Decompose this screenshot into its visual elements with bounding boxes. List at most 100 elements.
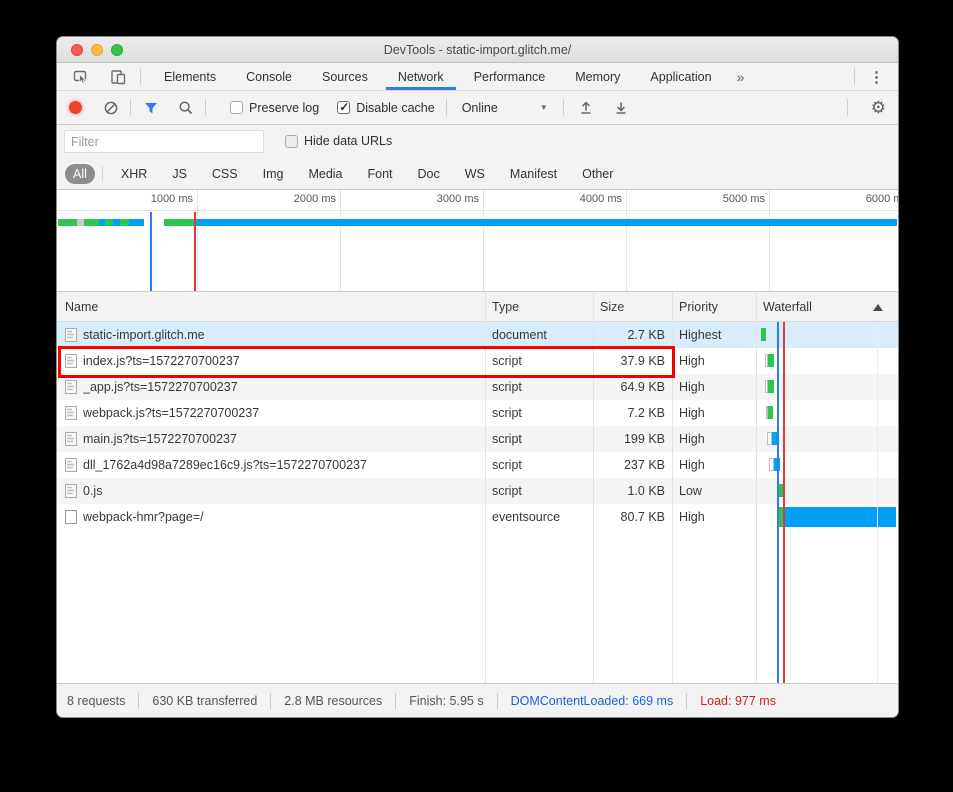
checkbox-box[interactable] bbox=[285, 134, 298, 148]
tab-performance[interactable]: Performance bbox=[459, 63, 561, 90]
domcontentloaded-marker-line bbox=[777, 322, 779, 683]
tab-elements[interactable]: Elements bbox=[149, 63, 231, 90]
table-row[interactable]: static-import.glitch.me document 2.7 KB Hig… bbox=[57, 322, 898, 348]
hide-data-urls-checkbox[interactable]: Hide data URLs bbox=[285, 134, 392, 148]
column-divider[interactable] bbox=[593, 292, 594, 683]
type-chip-ws[interactable]: WS bbox=[458, 164, 492, 184]
status-bar: 8 requests 630 KB transferred 2.8 MB resou… bbox=[57, 683, 898, 717]
table-row[interactable]: main.js?ts=1572270700237 script 199 KB High bbox=[57, 426, 898, 452]
import-har-icon[interactable] bbox=[578, 100, 594, 116]
type-chip-manifest[interactable]: Manifest bbox=[503, 164, 564, 184]
document-icon bbox=[65, 484, 77, 501]
tab-console[interactable]: Console bbox=[231, 63, 307, 90]
request-name: main.js?ts=1572270700237 bbox=[83, 432, 237, 446]
tab-network[interactable]: Network bbox=[383, 63, 459, 90]
column-divider[interactable] bbox=[756, 292, 757, 683]
device-toolbar-icon[interactable] bbox=[110, 69, 126, 85]
network-overview-timeline[interactable]: 1000 ms 2000 ms 3000 ms 4000 ms 5000 ms 6000 … bbox=[57, 190, 898, 292]
request-priority: High bbox=[679, 510, 705, 524]
type-chip-other[interactable]: Other bbox=[575, 164, 620, 184]
document-icon bbox=[65, 354, 77, 371]
request-name: static-import.glitch.me bbox=[83, 328, 205, 342]
table-row[interactable]: webpack-hmr?page=/ eventsource 80.7 KB High bbox=[57, 504, 898, 530]
divider bbox=[138, 692, 140, 709]
filter-input[interactable] bbox=[64, 130, 264, 153]
waterfall-bar bbox=[785, 507, 896, 527]
request-size: 7.2 KB bbox=[627, 406, 665, 420]
table-row[interactable]: dll_1762a4d98a7289ec16c9.js?ts=157227070… bbox=[57, 452, 898, 478]
preserve-log-label: Preserve log bbox=[249, 100, 320, 115]
type-chip-all[interactable]: All bbox=[65, 163, 95, 184]
overview-activity-bar bbox=[77, 219, 84, 226]
checkbox-box[interactable] bbox=[230, 101, 243, 114]
divider bbox=[846, 99, 848, 116]
status-item: DOMContentLoaded: 669 ms bbox=[510, 693, 674, 708]
timeline-tick-label: 3000 ms bbox=[436, 193, 479, 205]
panel-tabs: Elements Console Sources Network Performance… bbox=[149, 63, 727, 90]
timeline-gridline bbox=[340, 190, 341, 291]
export-har-icon[interactable] bbox=[613, 100, 629, 116]
request-priority: High bbox=[679, 354, 705, 368]
tab-application[interactable]: Application bbox=[635, 63, 726, 90]
inspect-element-icon[interactable] bbox=[73, 69, 89, 85]
type-chip-js[interactable]: JS bbox=[165, 164, 194, 184]
divider bbox=[395, 692, 397, 709]
title-bar: DevTools - static-import.glitch.me/ bbox=[57, 37, 898, 63]
throttling-dropdown[interactable]: Online ▼ bbox=[458, 99, 552, 117]
settings-gear-icon[interactable]: ⚙ bbox=[859, 99, 898, 116]
request-priority: Highest bbox=[679, 328, 722, 342]
request-type: script bbox=[492, 484, 522, 498]
divider bbox=[130, 99, 131, 116]
status-item: Load: 977 ms bbox=[700, 693, 776, 708]
resource-type-filter-bar: All XHR JS CSS Img Media Font Doc WS Manifest Othe… bbox=[57, 158, 898, 190]
table-row[interactable]: webpack.js?ts=1572270700237 script 7.2 KB H… bbox=[57, 400, 898, 426]
type-chip-css[interactable]: CSS bbox=[205, 164, 245, 184]
type-chip-font[interactable]: Font bbox=[361, 164, 400, 184]
document-icon bbox=[65, 328, 77, 345]
table-row[interactable]: index.js?ts=1572270700237 script 37.9 KB Hi… bbox=[57, 348, 898, 374]
request-table-body: static-import.glitch.me document 2.7 KB Hig… bbox=[57, 322, 898, 683]
column-header-priority[interactable]: Priority bbox=[679, 292, 718, 322]
timeline-gridline bbox=[483, 190, 484, 291]
divider bbox=[140, 68, 141, 85]
filter-icon[interactable] bbox=[143, 100, 159, 116]
column-header-waterfall[interactable]: Waterfall bbox=[763, 292, 812, 322]
more-tabs-button[interactable]: » bbox=[727, 63, 755, 90]
record-network-log-button[interactable] bbox=[69, 101, 82, 114]
tab-memory[interactable]: Memory bbox=[560, 63, 635, 90]
type-chip-doc[interactable]: Doc bbox=[411, 164, 447, 184]
request-type: eventsource bbox=[492, 510, 561, 524]
type-chip-xhr[interactable]: XHR bbox=[114, 164, 154, 184]
checkbox-box[interactable] bbox=[337, 100, 351, 114]
request-size: 237 KB bbox=[623, 458, 665, 472]
disable-cache-checkbox[interactable]: Disable cache bbox=[337, 100, 435, 115]
main-menu-kebab-icon[interactable]: ⋮ bbox=[855, 68, 898, 86]
preserve-log-checkbox[interactable]: Preserve log bbox=[230, 101, 319, 115]
column-header-name[interactable]: Name bbox=[65, 292, 98, 322]
divider bbox=[101, 166, 103, 181]
table-row[interactable]: 0.js script 1.0 KB Low bbox=[57, 478, 898, 504]
sort-ascending-icon[interactable] bbox=[873, 304, 883, 311]
table-row[interactable]: _app.js?ts=1572270700237 script 64.9 KB Hig… bbox=[57, 374, 898, 400]
request-priority: High bbox=[679, 406, 705, 420]
waterfall-bar bbox=[768, 354, 774, 367]
generic-resource-icon bbox=[65, 510, 77, 527]
type-chip-img[interactable]: Img bbox=[256, 164, 291, 184]
column-divider[interactable] bbox=[672, 292, 673, 683]
status-item: 8 requests bbox=[67, 693, 126, 708]
document-icon bbox=[65, 458, 77, 475]
search-icon[interactable] bbox=[178, 100, 194, 116]
divider bbox=[686, 692, 688, 709]
request-type: script bbox=[492, 354, 522, 368]
clear-network-log-icon[interactable] bbox=[103, 100, 119, 116]
divider bbox=[496, 692, 498, 709]
request-name: 0.js bbox=[83, 484, 103, 498]
column-divider[interactable] bbox=[485, 292, 486, 683]
type-chip-media[interactable]: Media bbox=[301, 164, 349, 184]
request-size: 64.9 KB bbox=[620, 380, 665, 394]
column-header-size[interactable]: Size bbox=[600, 292, 624, 322]
column-header-type[interactable]: Type bbox=[492, 292, 519, 322]
tab-sources[interactable]: Sources bbox=[307, 63, 383, 90]
document-icon bbox=[65, 380, 77, 397]
timeline-ruler: 1000 ms 2000 ms 3000 ms 4000 ms 5000 ms 6000 … bbox=[57, 190, 898, 211]
